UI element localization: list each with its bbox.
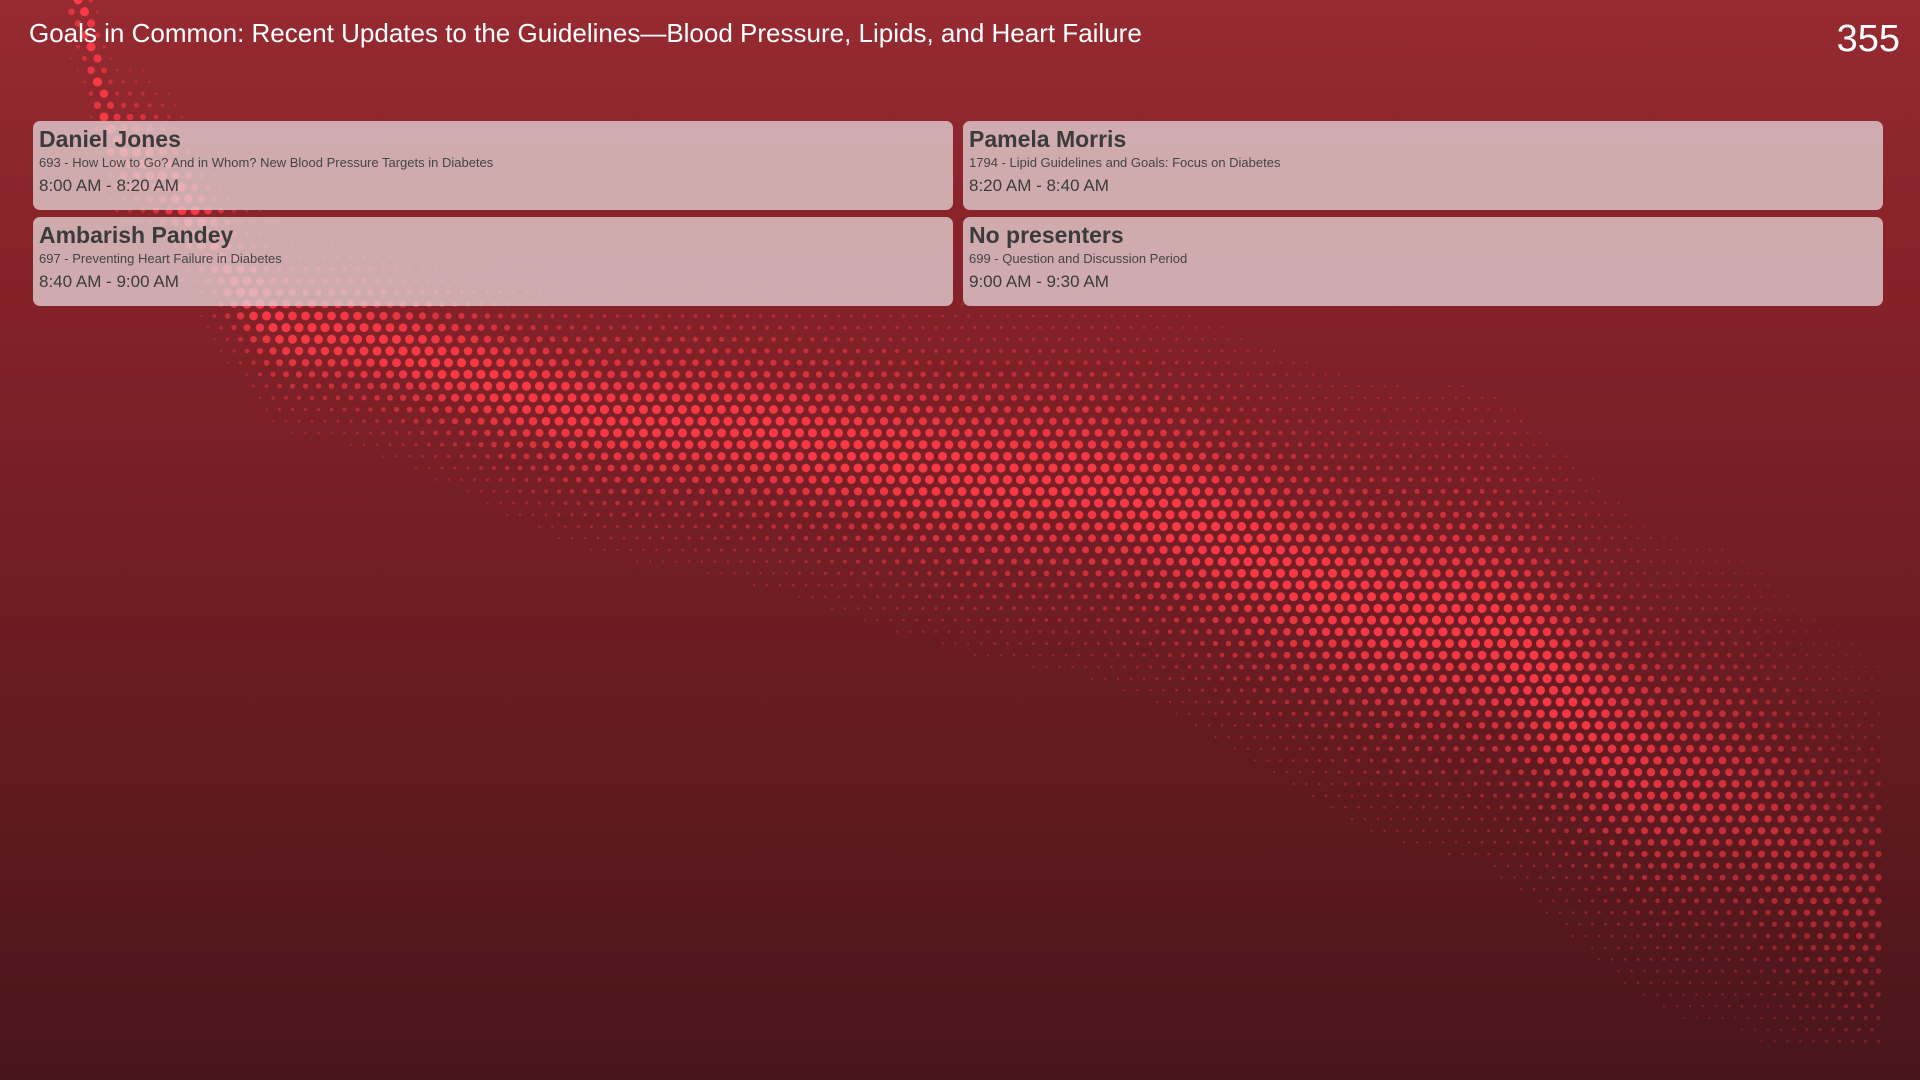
- presenter-name: Pamela Morris: [969, 126, 1127, 152]
- session-time: 9:00 AM - 9:30 AM: [969, 272, 1109, 291]
- session-name: 693 - How Low to Go? And in Whom? New Bl…: [39, 155, 494, 170]
- schedule-card: Pamela Morris 1794 - Lipid Guidelines an…: [963, 121, 1883, 210]
- schedule-card: No presenters 699 - Question and Discuss…: [963, 217, 1883, 306]
- schedule-card: Ambarish Pandey 697 - Preventing Heart F…: [33, 217, 953, 306]
- schedule-grid: Daniel Jones 693 - How Low to Go? And in…: [33, 121, 1884, 306]
- schedule-card: Daniel Jones 693 - How Low to Go? And in…: [33, 121, 953, 210]
- session-name: 1794 - Lipid Guidelines and Goals: Focus…: [969, 155, 1281, 170]
- presenter-name: Daniel Jones: [39, 126, 181, 152]
- session-name: 697 - Preventing Heart Failure in Diabet…: [39, 251, 282, 266]
- session-time: 8:20 AM - 8:40 AM: [969, 176, 1109, 195]
- session-title: Goals in Common: Recent Updates to the G…: [29, 18, 1142, 48]
- session-time: 8:00 AM - 8:20 AM: [39, 176, 179, 195]
- room-number: 355: [1836, 18, 1900, 60]
- presenter-name: No presenters: [969, 222, 1124, 248]
- session-time: 8:40 AM - 9:00 AM: [39, 272, 179, 291]
- session-name: 699 - Question and Discussion Period: [969, 251, 1188, 266]
- presenter-name: Ambarish Pandey: [39, 222, 234, 248]
